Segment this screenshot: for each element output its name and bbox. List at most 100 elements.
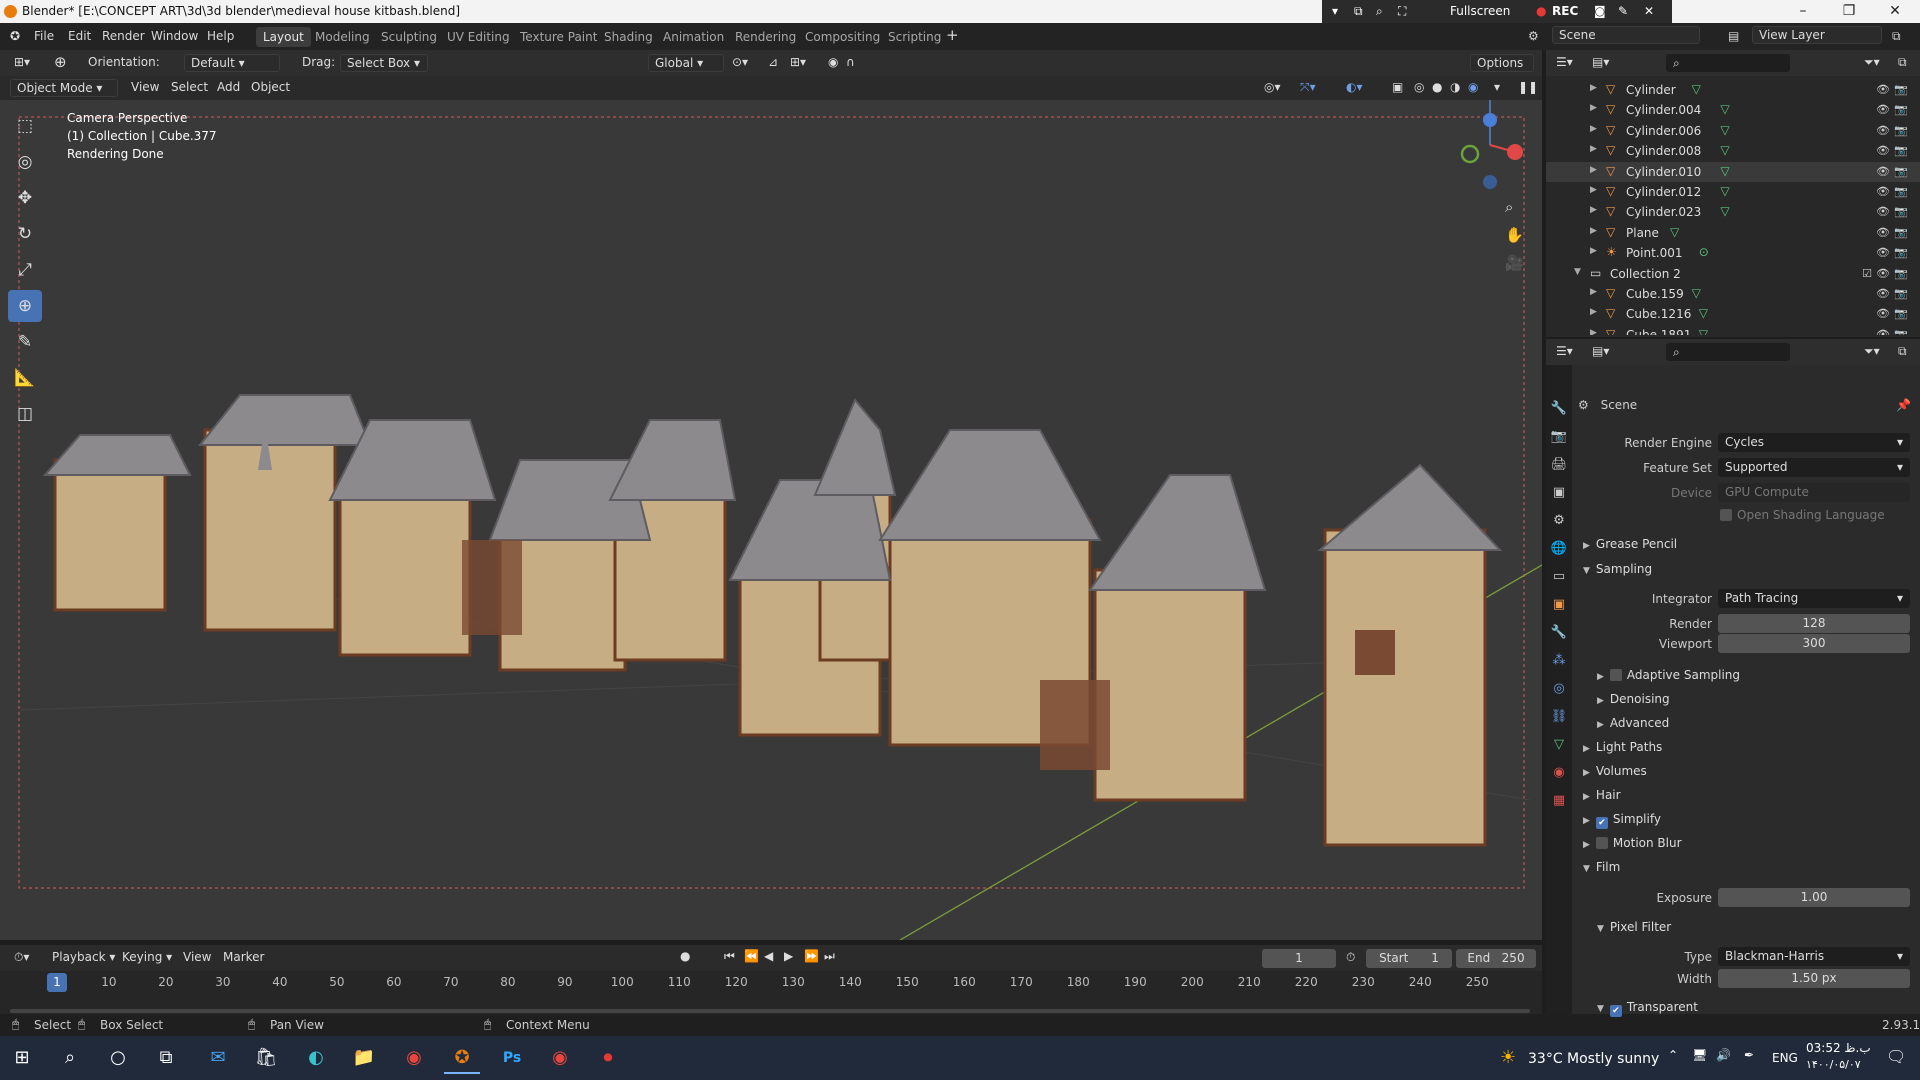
tab-layout[interactable]: Layout xyxy=(256,27,311,47)
shading-options-icon[interactable]: ▾ xyxy=(1494,80,1500,94)
network-icon[interactable]: 🖥 xyxy=(1692,1048,1707,1062)
rotate-tool-icon[interactable]: ↻ xyxy=(8,218,42,250)
tab-compositing[interactable]: Compositing xyxy=(798,27,887,47)
weather-icon[interactable]: ☀ xyxy=(1500,1047,1516,1068)
recorder-icon[interactable]: ⏺ xyxy=(590,1042,626,1074)
section-volumes[interactable]: ▶ Volumes xyxy=(1583,764,1647,778)
mesh-data-icon[interactable]: ▽ xyxy=(1720,102,1729,116)
outliner-row[interactable]: ▼ ▭ Collection 2 ☑ 👁 📷 xyxy=(1546,264,1920,284)
tab-modeling[interactable]: Modeling xyxy=(308,27,377,47)
timeline-menu-marker[interactable]: Marker xyxy=(223,950,264,964)
mesh-data-icon[interactable]: ▽ xyxy=(1720,204,1729,218)
options-dropdown[interactable]: Options ▾ xyxy=(1470,54,1534,86)
new-collection-icon[interactable]: ⧉ xyxy=(1898,55,1907,70)
timeline-scrollbar[interactable] xyxy=(10,1009,1530,1013)
visibility-eye-icon[interactable]: 👁 xyxy=(1876,124,1890,137)
tab-uv-editing[interactable]: UV Editing xyxy=(440,27,517,47)
menu-help[interactable]: Help xyxy=(207,29,234,43)
visibility-eye-icon[interactable]: 👁 xyxy=(1876,103,1890,116)
preview-range-icon[interactable]: ⏱ xyxy=(1346,950,1355,965)
expand-toggle-icon[interactable]: ▶ xyxy=(1590,83,1597,93)
windows-start-icon[interactable]: ⊞ xyxy=(4,1042,40,1074)
restore-icon[interactable]: ⧉ xyxy=(1354,4,1363,19)
outliner-row[interactable]: ▶ ▽ Cylinder.023 ▽ 👁 📷 xyxy=(1546,202,1920,222)
end-frame-field[interactable]: End 250 xyxy=(1456,949,1536,968)
material-shading-icon[interactable]: ◑ xyxy=(1450,80,1460,94)
cursor-tool-icon[interactable]: ◎ xyxy=(8,146,42,178)
mail-icon[interactable]: ✉ xyxy=(200,1042,236,1074)
overlay-icon[interactable]: ◐▾ xyxy=(1346,80,1363,94)
collection-tab-icon[interactable]: ▭ xyxy=(1546,563,1572,591)
clock-time[interactable]: 03:52 ب.ظ xyxy=(1806,1041,1871,1055)
integrator-dropdown[interactable]: Path Tracing ▾ xyxy=(1718,589,1910,608)
fullscreen-label[interactable]: Fullscreen xyxy=(1450,4,1510,18)
orientation-dropdown[interactable]: Default ▾ xyxy=(184,54,280,72)
device-dropdown[interactable]: GPU Compute xyxy=(1718,483,1910,502)
viewport-menu-object[interactable]: Object xyxy=(251,80,290,94)
physics-tab-icon[interactable]: ◎ xyxy=(1546,675,1572,703)
mesh-data-icon[interactable]: ▽ xyxy=(1720,184,1729,198)
scale-tool-icon[interactable]: ⤢ xyxy=(8,254,42,286)
object-tab-icon[interactable]: ▣ xyxy=(1546,591,1572,619)
pin-icon[interactable]: 📌 xyxy=(1896,398,1911,412)
visibility-eye-icon[interactable]: 👁 xyxy=(1876,328,1890,335)
render-camera-icon[interactable]: 📷 xyxy=(1894,246,1908,259)
visibility-eye-icon[interactable]: 👁 xyxy=(1876,226,1890,239)
viewport-pause-icon[interactable]: ❚❚ xyxy=(1518,80,1538,94)
exclude-checkbox-icon[interactable]: ☑ xyxy=(1862,267,1872,280)
expand-toggle-icon[interactable]: ▶ xyxy=(1590,165,1597,175)
section-simplify[interactable]: ▶ ✔ Simplify xyxy=(1583,812,1661,829)
timeline-editor-icon[interactable]: ⏱▾ xyxy=(14,950,29,965)
visibility-eye-icon[interactable]: 👁 xyxy=(1876,246,1890,259)
blender-taskbar-icon[interactable]: ✪ xyxy=(444,1042,480,1074)
taskbar-search-icon[interactable]: ⌕ xyxy=(52,1042,88,1074)
outliner-row[interactable]: ▶ ▽ Cylinder.004 ▽ 👁 📷 xyxy=(1546,100,1920,120)
render-camera-icon[interactable]: 📷 xyxy=(1894,165,1908,178)
visibility-eye-icon[interactable]: 👁 xyxy=(1876,144,1890,157)
scene-tab-icon[interactable]: ⚙ xyxy=(1546,507,1572,535)
data-tab-icon[interactable]: ▽ xyxy=(1546,731,1572,759)
filter-type-dropdown[interactable]: Blackman-Harris ▾ xyxy=(1718,947,1910,966)
material-tab-icon[interactable]: ◉ xyxy=(1546,759,1572,787)
visibility-icon[interactable]: ◎▾ xyxy=(1264,80,1281,94)
render-camera-icon[interactable]: 📷 xyxy=(1894,205,1908,218)
close-icon[interactable]: ✕ xyxy=(1644,4,1654,18)
visibility-eye-icon[interactable]: 👁 xyxy=(1876,165,1890,178)
falloff-icon[interactable]: ∩ xyxy=(846,55,855,69)
timeline-menu-playback[interactable]: Playback ▾ xyxy=(52,950,115,964)
viewport-menu-add[interactable]: Add xyxy=(217,80,240,94)
outliner-row[interactable]: ▶ ▽ Cube.159 ▽ 👁 📷 xyxy=(1546,284,1920,304)
osl-checkbox[interactable]: Open Shading Language xyxy=(1720,508,1885,522)
clock-date[interactable]: ۱۴۰۰/۰۵/۰۷ xyxy=(1806,1058,1861,1071)
outliner-row[interactable]: ▶ ▽ Cylinder ▽ 👁 📷 xyxy=(1546,80,1920,100)
tab-scripting[interactable]: Scripting xyxy=(881,27,948,47)
blender-menu-icon[interactable]: ✪ xyxy=(10,29,20,43)
visibility-eye-icon[interactable]: 👁 xyxy=(1876,205,1890,218)
world-tab-icon[interactable]: 🌐 xyxy=(1546,535,1572,563)
start-frame-field[interactable]: Start 1 xyxy=(1366,949,1452,968)
view-layer-new-icon[interactable]: ⧉ xyxy=(1892,29,1901,44)
menu-render[interactable]: Render xyxy=(102,29,145,43)
editor-type-icon[interactable]: ⊞▾ xyxy=(14,55,30,69)
add-cube-tool-icon[interactable]: ◫ xyxy=(8,398,42,430)
maximize-button[interactable]: ❐ xyxy=(1826,0,1872,23)
menu-file[interactable]: File xyxy=(34,29,54,43)
move-tool-icon[interactable]: ✥ xyxy=(8,182,42,214)
mesh-data-icon[interactable]: ▽ xyxy=(1699,306,1708,320)
crop-icon[interactable]: ⛶ xyxy=(1398,4,1406,19)
add-workspace-icon[interactable]: + xyxy=(946,26,959,44)
outliner-row[interactable]: ▶ ☀ Point.001 ⊙ 👁 📷 xyxy=(1546,243,1920,263)
expand-toggle-icon[interactable]: ▶ xyxy=(1590,185,1597,195)
mesh-data-icon[interactable]: ▽ xyxy=(1720,143,1729,157)
outliner-row[interactable]: ▶ ▽ Cube.1891 ▽ 👁 📷 xyxy=(1546,325,1920,335)
tool-tab-icon[interactable]: 🔧 xyxy=(1546,395,1572,423)
constraints-tab-icon[interactable]: ⛓ xyxy=(1546,703,1572,731)
file-explorer-icon[interactable]: 📁 xyxy=(346,1042,382,1074)
measure-tool-icon[interactable]: 📐 xyxy=(8,362,42,394)
section-hair[interactable]: ▶ Hair xyxy=(1583,788,1621,802)
pivot-icon[interactable]: ⊙▾ xyxy=(732,55,748,69)
mesh-data-icon[interactable]: ▽ xyxy=(1720,164,1729,178)
filter-width-field[interactable]: 1.50 px xyxy=(1718,969,1910,988)
viewport-menu-select[interactable]: Select xyxy=(171,80,208,94)
task-view-icon[interactable]: ⧉ xyxy=(148,1042,184,1074)
